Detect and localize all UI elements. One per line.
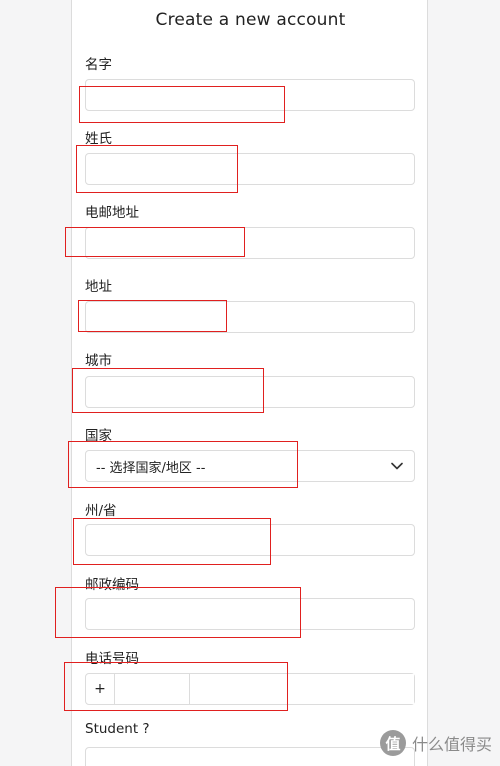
first-name-input[interactable] xyxy=(85,79,415,111)
student-input[interactable] xyxy=(85,747,415,766)
phone-number-input[interactable] xyxy=(189,674,414,704)
watermark: 值 什么值得买 xyxy=(379,730,492,756)
postal-code-input[interactable] xyxy=(85,598,415,630)
page: Create a new account 名字 姓氏 电邮地址 地址 城市 国家… xyxy=(0,0,500,766)
city-input[interactable] xyxy=(85,376,415,408)
form-title: Create a new account xyxy=(155,10,346,30)
city-label: 城市 xyxy=(85,353,112,369)
country-select[interactable]: -- 选择国家/地区 -- xyxy=(85,450,415,482)
phone-country-code-input[interactable] xyxy=(114,674,189,704)
address-input[interactable] xyxy=(85,301,415,333)
country-label: 国家 xyxy=(85,428,112,444)
last-name-input[interactable] xyxy=(85,153,415,185)
watermark-logo-icon: 值 xyxy=(379,730,406,756)
country-selected-value: -- 选择国家/地区 -- xyxy=(96,460,206,476)
phone-field: + xyxy=(85,673,415,705)
phone-prefix: + xyxy=(94,681,106,697)
state-label: 州/省 xyxy=(85,503,117,519)
phone-label: 电话号码 xyxy=(85,651,139,667)
state-input[interactable] xyxy=(85,524,415,556)
watermark-text: 什么值得买 xyxy=(411,735,492,754)
first-name-label: 名字 xyxy=(85,57,112,73)
chevron-down-icon xyxy=(390,459,404,473)
signup-form-card: Create a new account 名字 姓氏 电邮地址 地址 城市 国家… xyxy=(71,0,428,766)
email-input[interactable] xyxy=(85,227,415,259)
student-label: Student ? xyxy=(85,721,150,737)
last-name-label: 姓氏 xyxy=(85,131,112,147)
email-label: 电邮地址 xyxy=(85,205,139,221)
address-label: 地址 xyxy=(85,279,112,295)
postal-code-label: 邮政编码 xyxy=(85,577,139,593)
